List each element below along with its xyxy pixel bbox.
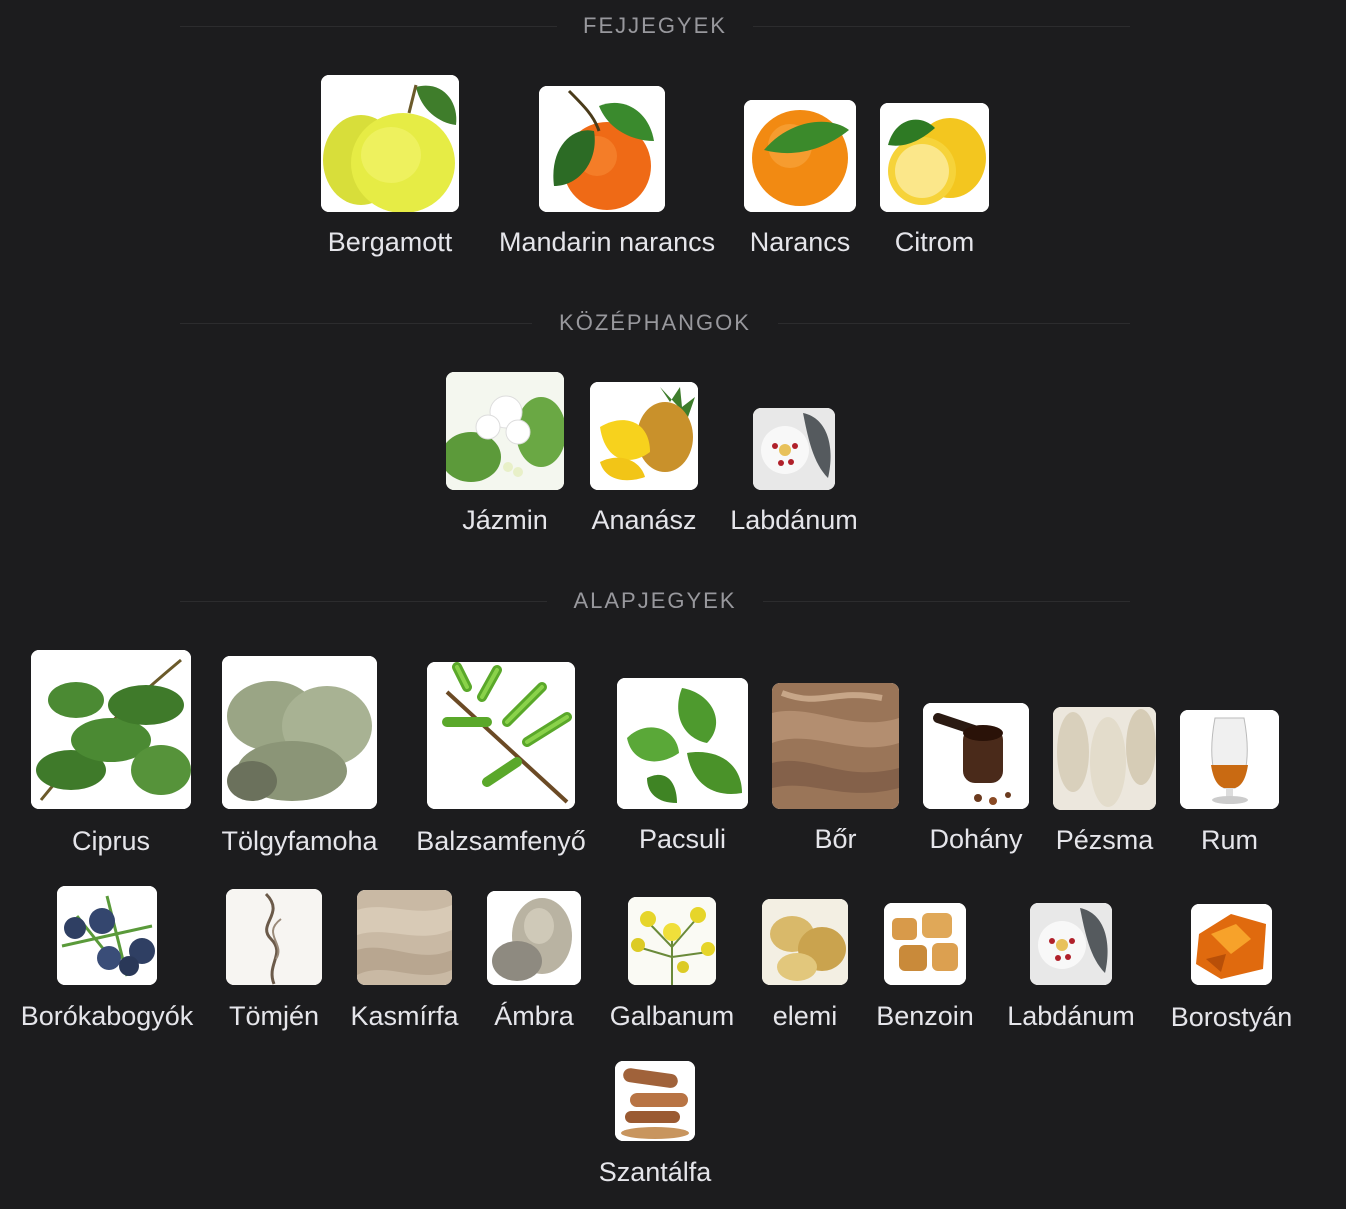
section-header-base: ALAPJEGYEK <box>180 588 1130 613</box>
section-title-middle: KÖZÉPHANGOK <box>533 310 777 335</box>
note-label: Citrom <box>894 227 975 257</box>
amber-icon <box>1191 904 1272 985</box>
note-label: Labdánum <box>730 505 858 535</box>
incense-smoke-icon <box>226 889 322 985</box>
note-pineapple[interactable]: Ananász <box>590 382 698 543</box>
balsam-fir-icon <box>427 662 575 809</box>
pineapple-icon <box>590 382 698 490</box>
note-label: Tölgyfamoha <box>221 826 378 856</box>
note-label: Ananász <box>591 505 697 535</box>
note-ambergris[interactable]: Ámbra <box>487 891 581 1035</box>
bergamot-icon <box>321 75 459 212</box>
jasmine-icon <box>446 372 564 490</box>
note-label: Bergamott <box>327 227 453 257</box>
note-elemi[interactable]: elemi <box>762 899 848 1035</box>
note-label: Labdánum <box>1007 1001 1135 1031</box>
note-sandalwood[interactable]: Szantálfa <box>599 1061 711 1191</box>
note-mandarin-orange[interactable]: Mandarin narancs <box>499 86 715 265</box>
note-patchouli[interactable]: Pacsuli <box>617 678 748 860</box>
ambergris-stone-icon <box>487 891 581 985</box>
note-galbanum[interactable]: Galbanum <box>610 897 734 1035</box>
note-label: Rum <box>1200 825 1258 855</box>
mandarin-orange-icon <box>539 86 665 212</box>
note-label: Borostyán <box>1170 1002 1293 1032</box>
note-label: Mandarin narancs <box>499 227 716 257</box>
note-lemon[interactable]: Citrom <box>880 103 989 265</box>
elemi-resin-icon <box>762 899 848 985</box>
sandalwood-icon <box>615 1061 695 1141</box>
note-label: Benzoin <box>876 1001 974 1031</box>
oakmoss-icon <box>222 656 377 809</box>
cashmere-wood-icon <box>357 890 452 985</box>
note-juniper-berries[interactable]: Borókabogyók <box>21 886 193 1035</box>
note-balsam-fir[interactable]: Balzsamfenyő <box>416 662 586 860</box>
note-labdanum-base[interactable]: Labdánum <box>1007 903 1135 1035</box>
note-amber[interactable]: Borostyán <box>1171 904 1292 1035</box>
orange-icon <box>744 100 856 212</box>
section-title-top: FEJJEGYEK <box>557 13 753 38</box>
cypress-icon <box>31 650 191 809</box>
note-bergamot[interactable]: Bergamott <box>321 75 459 265</box>
leather-icon <box>772 683 899 809</box>
note-rum[interactable]: Rum <box>1180 710 1279 860</box>
note-incense[interactable]: Tömjén <box>226 889 322 1035</box>
note-jasmine[interactable]: Jázmin <box>446 372 564 543</box>
lemon-icon <box>880 103 989 212</box>
note-label: Szantálfa <box>598 1157 712 1187</box>
section-header-top: FEJJEGYEK <box>180 13 1130 38</box>
note-cypress[interactable]: Ciprus <box>31 650 191 860</box>
patchouli-icon <box>617 678 748 809</box>
note-cashmere-wood[interactable]: Kasmírfa <box>350 890 459 1035</box>
note-labdanum[interactable]: Labdánum <box>730 408 858 543</box>
tobacco-pipe-icon <box>923 703 1029 809</box>
note-oakmoss[interactable]: Tölgyfamoha <box>221 656 378 860</box>
rum-glass-icon <box>1180 710 1279 809</box>
notes-pyramid: FEJJEGYEK Bergamott Mandarin narancs Nar… <box>0 0 1346 1209</box>
note-benzoin[interactable]: Benzoin <box>876 903 974 1035</box>
labdanum-icon <box>753 408 835 490</box>
note-leather[interactable]: Bőr <box>772 683 899 860</box>
labdanum-icon <box>1030 903 1112 985</box>
note-label: Borókabogyók <box>20 1001 194 1031</box>
section-header-middle: KÖZÉPHANGOK <box>180 310 1130 335</box>
musk-icon <box>1053 707 1156 810</box>
benzoin-resin-icon <box>884 903 966 985</box>
section-title-base: ALAPJEGYEK <box>547 588 763 613</box>
galbanum-flower-icon <box>628 897 716 985</box>
juniper-berries-icon <box>57 886 157 985</box>
